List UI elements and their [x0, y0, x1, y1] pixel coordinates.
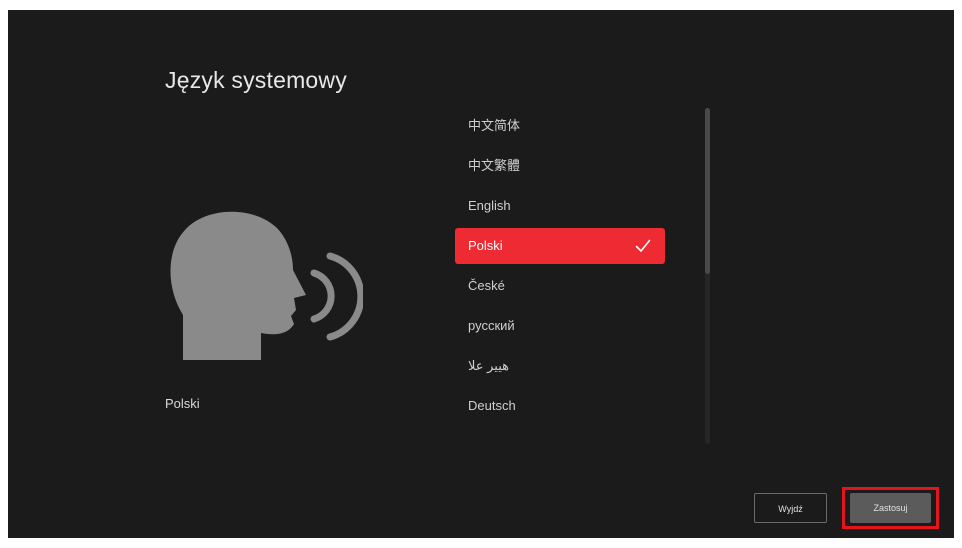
language-settings-screen: Język systemowy Polski 中文简体 中文繁體 English…: [8, 10, 954, 538]
language-option-czech[interactable]: České: [455, 268, 665, 304]
language-option-label: České: [468, 278, 505, 293]
language-option-label: English: [468, 198, 511, 213]
exit-button[interactable]: Wyjdź: [754, 493, 827, 523]
language-option-label: 中文简体: [468, 118, 521, 133]
scrollbar-thumb[interactable]: [705, 108, 710, 274]
language-option-label: Polski: [468, 238, 503, 253]
language-option-label: هيير علا: [468, 358, 509, 373]
language-option-english[interactable]: English: [455, 188, 665, 224]
language-option-russian[interactable]: русский: [455, 308, 665, 344]
language-option-chinese-simplified[interactable]: 中文简体: [455, 108, 665, 144]
page-title: Język systemowy: [165, 67, 347, 93]
speaking-head-icon: [170, 211, 363, 360]
apply-button[interactable]: Zastosuj: [850, 493, 931, 523]
check-icon: [635, 239, 651, 252]
language-option-polish[interactable]: Polski: [455, 228, 665, 264]
language-option-german[interactable]: Deutsch: [455, 388, 665, 424]
current-language-label: Polski: [165, 396, 200, 411]
language-option-label: 中文繁體: [468, 158, 521, 173]
language-option-arabic[interactable]: هيير علا: [455, 348, 665, 384]
language-option-label: Deutsch: [468, 398, 516, 413]
language-option-label: русский: [468, 318, 515, 333]
language-list-scrollbar[interactable]: [705, 108, 710, 444]
language-option-chinese-traditional[interactable]: 中文繁體: [455, 148, 665, 184]
language-list: 中文简体 中文繁體 English Polski České русский ه…: [455, 108, 665, 454]
